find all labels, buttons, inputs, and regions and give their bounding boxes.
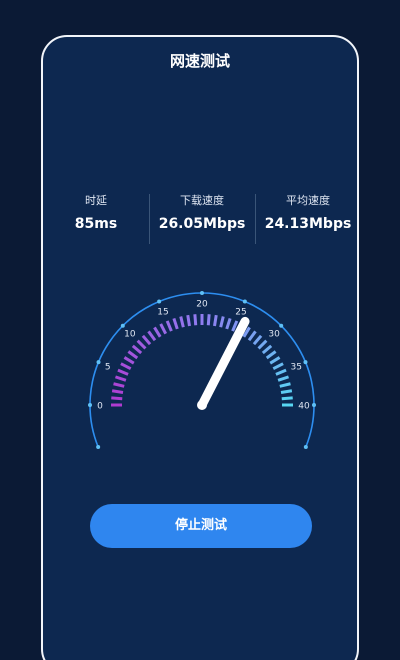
gauge-segment [275, 368, 287, 376]
gauge-arc-dot [242, 299, 247, 304]
gauge-arc-dot [88, 403, 92, 407]
gauge-tick-label: 15 [157, 307, 168, 317]
gauge-segment [279, 382, 291, 388]
gauge-segment [213, 314, 218, 327]
phone-frame: 网速测试 时延 85ms 下载速度 26.05Mbps 平均速度 24.13Mb… [41, 35, 359, 660]
gauge-arc-dot [200, 291, 204, 295]
gauge-segment [219, 316, 225, 328]
gauge-segment [206, 314, 211, 326]
gauge-segment [114, 375, 127, 382]
gauge-arc-dot [96, 444, 101, 449]
gauge-tick-label: 5 [105, 362, 111, 372]
gauge-arc-dot [96, 360, 101, 365]
gauge-arc-dot [303, 360, 308, 365]
speed-gauge: 0 5 10 15 20 25 30 35 40 [88, 291, 316, 449]
gauge-segment [147, 330, 157, 342]
gauge-segment [141, 334, 152, 346]
gauge-segment [272, 362, 284, 371]
gauge-segment [131, 344, 143, 355]
gauge-tick-label: 0 [97, 402, 103, 412]
gauge-segment [120, 362, 132, 371]
gauge-segment [117, 368, 129, 376]
gauge-segment [113, 382, 125, 388]
gauge-segment [153, 326, 162, 338]
gauge-segment [280, 389, 293, 394]
gauge-tick-label: 40 [298, 402, 310, 412]
gauge-segment [111, 389, 124, 394]
gauge-arc-dot [312, 403, 316, 407]
gauge-tick-label: 35 [291, 362, 302, 372]
gauge-tick-label: 20 [196, 300, 208, 310]
gauge-segment [179, 316, 185, 328]
gauge-segment [172, 317, 179, 330]
gauge-segments [111, 314, 293, 407]
gauge-segment [261, 344, 273, 355]
gauge-segment [269, 356, 281, 365]
gauge-segment [265, 350, 277, 360]
gauge-arc-dot [303, 444, 308, 449]
gauge-segment [225, 317, 232, 330]
gauge-segment [247, 330, 257, 342]
gauge-segment [111, 396, 123, 401]
gauge-segment [252, 334, 263, 346]
gauge-tick-label: 30 [268, 329, 280, 339]
gauge-segment [186, 314, 191, 327]
gauge-needle-line [197, 316, 250, 410]
gauge-arc-dot [279, 323, 284, 328]
gauge-needle [197, 316, 250, 410]
gauge-segment [165, 320, 173, 332]
gauge-tick-label: 25 [235, 307, 246, 317]
gauge-segment [193, 314, 198, 326]
gauge-segment [159, 323, 168, 335]
gauge-segment [136, 339, 147, 350]
gauge-segment [127, 350, 139, 360]
gauge-segment [277, 375, 290, 382]
gauge-segment [257, 339, 268, 350]
gauge-segment [123, 356, 135, 365]
gauge-segment [281, 396, 293, 401]
gauge-arc-dot [120, 323, 125, 328]
gauge-arc-dot [157, 299, 162, 304]
stop-test-button[interactable]: 停止测试 [90, 504, 312, 548]
gauge-needle-hub [197, 400, 207, 410]
gauge-tick-label: 10 [124, 329, 136, 339]
